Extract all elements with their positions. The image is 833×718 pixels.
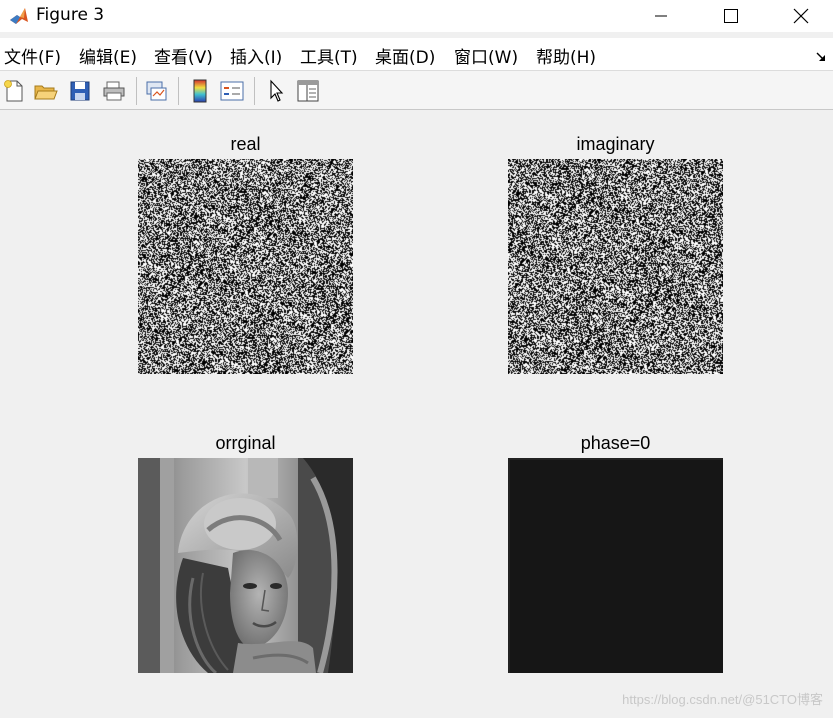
subplot-title-imaginary: imaginary bbox=[576, 134, 655, 154]
print-button[interactable] bbox=[100, 77, 128, 105]
subplot-image-real[interactable] bbox=[138, 159, 353, 374]
property-editor-icon bbox=[297, 80, 319, 102]
window-title: Figure 3 bbox=[36, 5, 105, 25]
subplot-title-phase: phase=0 bbox=[580, 433, 651, 453]
save-button[interactable] bbox=[66, 77, 94, 105]
dock-arrow-icon[interactable] bbox=[815, 48, 827, 67]
figure-toolbar bbox=[0, 70, 833, 110]
pointer-button[interactable] bbox=[262, 77, 290, 105]
minimize-button[interactable] bbox=[638, 0, 684, 32]
new-figure-button[interactable] bbox=[0, 77, 28, 105]
subplot-image-original[interactable] bbox=[138, 458, 353, 673]
legend-icon bbox=[220, 81, 244, 101]
colorbar-icon bbox=[193, 79, 207, 103]
property-editor-button[interactable] bbox=[294, 77, 322, 105]
close-icon bbox=[793, 8, 809, 24]
link-plot-button[interactable] bbox=[142, 77, 170, 105]
menu-edit[interactable]: 编辑(E) bbox=[79, 43, 137, 68]
matlab-icon bbox=[8, 5, 30, 27]
save-icon bbox=[70, 81, 90, 101]
toolbar-separator bbox=[178, 77, 179, 105]
colorbar-button[interactable] bbox=[186, 77, 214, 105]
legend-button[interactable] bbox=[218, 77, 246, 105]
pointer-icon bbox=[270, 79, 284, 102]
subplot-image-phase[interactable] bbox=[508, 458, 723, 673]
open-file-icon bbox=[34, 85, 58, 100]
menu-tools[interactable]: 工具(T) bbox=[300, 43, 358, 68]
close-button[interactable] bbox=[778, 0, 824, 32]
subplot-image-imaginary[interactable] bbox=[508, 159, 723, 374]
menu-insert[interactable]: 插入(I) bbox=[230, 43, 282, 68]
menu-desktop[interactable]: 桌面(D) bbox=[375, 43, 435, 68]
minimize-icon bbox=[655, 15, 667, 17]
subplot-title-original: orrginal bbox=[215, 433, 276, 453]
menu-bar: 文件(F) 编辑(E) 查看(V) 插入(I) 工具(T) 桌面(D) 窗口(W… bbox=[0, 38, 833, 70]
maximize-button[interactable] bbox=[708, 0, 754, 32]
print-icon bbox=[103, 81, 125, 101]
link-plot-icon bbox=[146, 81, 167, 101]
menu-view[interactable]: 查看(V) bbox=[154, 43, 213, 68]
toolbar-separator bbox=[254, 77, 255, 105]
maximize-icon bbox=[724, 9, 738, 23]
subplot-title-real: real bbox=[230, 134, 261, 154]
phase-zero-image bbox=[508, 458, 723, 673]
new-figure-icon bbox=[4, 80, 23, 102]
menu-file[interactable]: 文件(F) bbox=[4, 43, 61, 68]
portrait-photo bbox=[138, 458, 353, 673]
menu-window[interactable]: 窗口(W) bbox=[454, 43, 518, 68]
watermark-text: https://blog.csdn.net/@51CTO博客 bbox=[622, 692, 823, 707]
figure-canvas: real imaginary orrginal phase=0 bbox=[0, 111, 833, 718]
menu-help[interactable]: 帮助(H) bbox=[536, 43, 596, 68]
toolbar-separator bbox=[136, 77, 137, 105]
open-file-button[interactable] bbox=[32, 77, 60, 105]
title-bar: Figure 3 bbox=[0, 0, 833, 32]
